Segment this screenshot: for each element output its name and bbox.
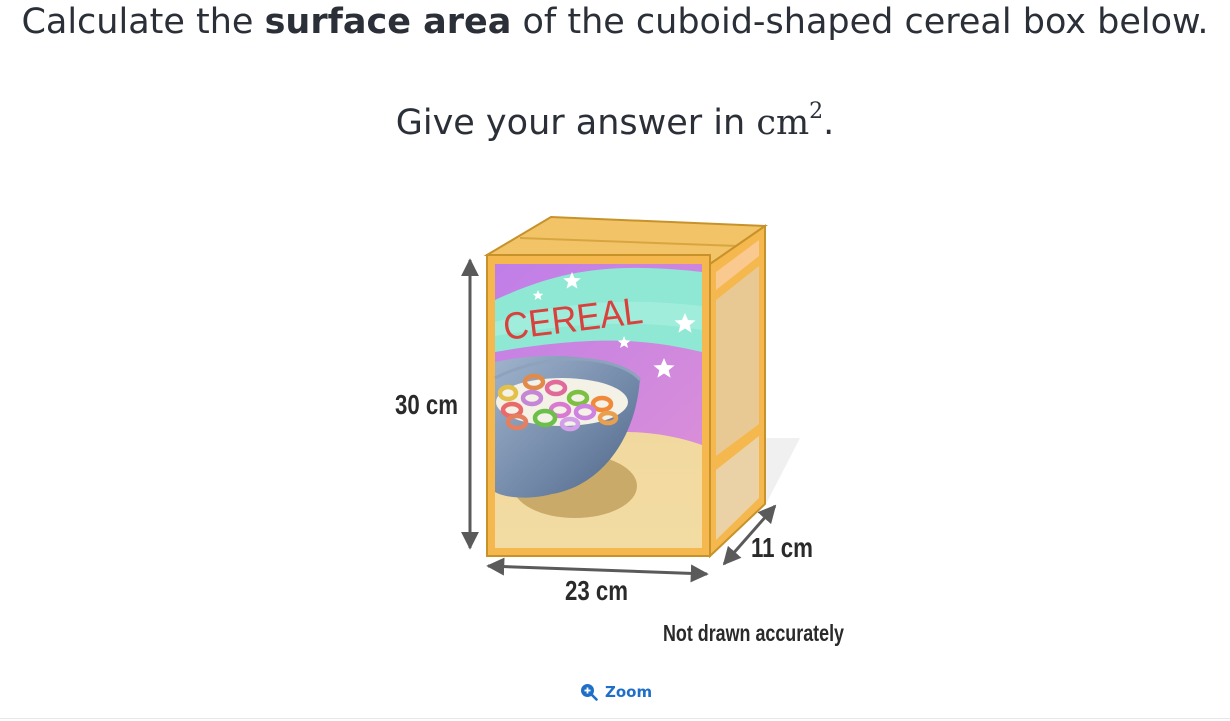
width-arrow bbox=[486, 557, 709, 583]
zoom-button[interactable]: Zoom bbox=[580, 681, 652, 703]
width-label: 23 cm bbox=[565, 575, 628, 606]
cereal-box-figure: CEREAL 30 cm 23 cm 11 cm Not drawn accur… bbox=[395, 215, 844, 646]
zoom-in-icon bbox=[581, 684, 598, 701]
bottom-divider bbox=[0, 718, 1230, 719]
height-label: 30 cm bbox=[395, 389, 458, 420]
not-accurate-note: Not drawn accurately bbox=[663, 620, 844, 646]
depth-label: 11 cm bbox=[751, 532, 813, 563]
zoom-label: Zoom bbox=[605, 683, 653, 701]
